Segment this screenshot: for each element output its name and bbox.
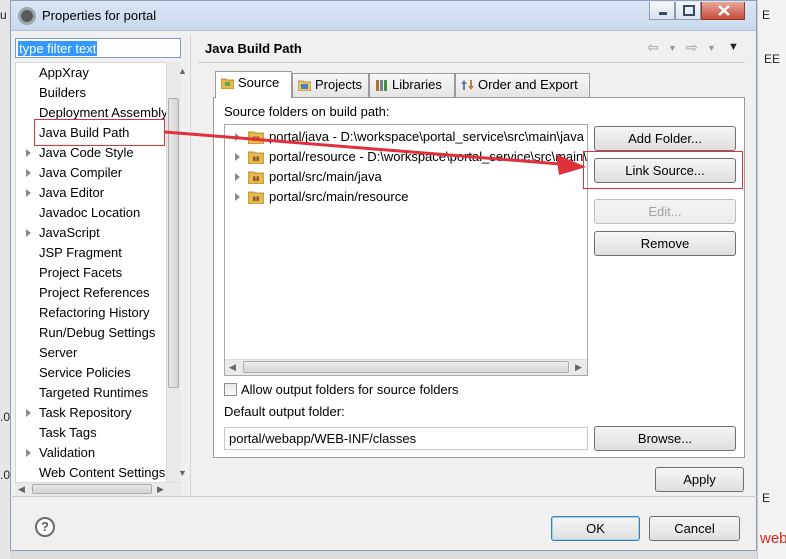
annotation-arrow xyxy=(164,130,586,175)
source-folder-icon xyxy=(221,78,234,89)
tab-source[interactable]: Source xyxy=(215,71,292,98)
